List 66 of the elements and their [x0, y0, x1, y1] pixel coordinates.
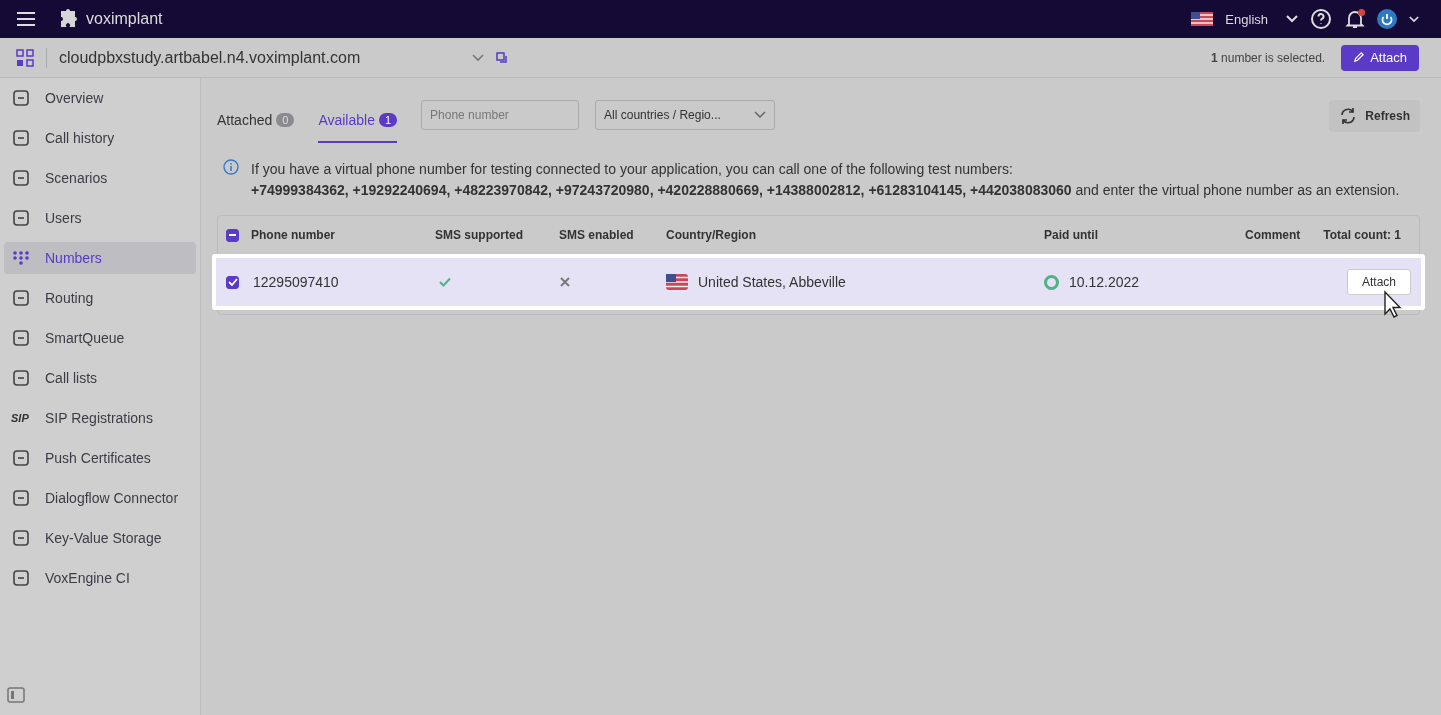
total-count: Total count: 1 [1323, 228, 1401, 242]
nav-icon [11, 168, 31, 188]
sidebar-item[interactable]: Dialogflow Connector [4, 482, 196, 514]
nav-icon [11, 248, 31, 268]
column-header: Comment [1245, 228, 1301, 242]
column-header: Phone number [251, 228, 336, 242]
count-badge: 1 [378, 113, 398, 127]
refresh-icon [1339, 107, 1358, 125]
pencil-icon [1353, 52, 1365, 63]
application-name[interactable]: cloudpbxstudy.artbabel.n4.voximplant.com [59, 48, 361, 67]
nav-icon [11, 368, 31, 388]
phone-number-cell-text: 12295097410 [253, 274, 340, 290]
select-all-checkbox[interactable] [226, 228, 239, 242]
sidebar-item[interactable]: Users [4, 202, 196, 234]
refresh-button[interactable]: Refresh [1329, 100, 1420, 132]
nav-icon [11, 488, 31, 508]
column-header: SMS supported [435, 228, 524, 242]
attach-button[interactable]: Attach [1341, 44, 1419, 71]
column-header: Country/Region [666, 228, 757, 242]
menu-icon[interactable] [16, 11, 36, 27]
avatar-icon[interactable] [1377, 9, 1397, 29]
info-text: If you have a virtual phone number for testing connected to your application, you can call one of the following test numbers: +74999384362, +19292240694, +48223970842, +97243720980, +420228880669, +14388002812, +61283104145, +442038083060 and enter the virtual phone number as an extension. [251, 160, 1400, 200]
sip-icon: SIP [11, 412, 31, 424]
row-checkbox[interactable] [226, 275, 239, 289]
sidebar-item[interactable]: Call history [4, 122, 196, 154]
nav-icon [11, 448, 31, 468]
nav-icon [11, 208, 31, 228]
tab[interactable]: Available 1 [318, 102, 398, 143]
sidebar-item[interactable]: Numbers [4, 242, 196, 274]
sidebar-item[interactable]: SmartQueue [4, 322, 196, 354]
nav-icon [11, 328, 31, 348]
country-dropdown[interactable]: All countries / Regio... [595, 100, 776, 130]
nav-icon [11, 528, 31, 548]
column-header: Paid until [1044, 228, 1099, 242]
phone-search-field[interactable]: Phone number [421, 100, 580, 130]
sidebar-item[interactable]: Call lists [4, 362, 196, 394]
notification-bell-icon[interactable] [1344, 8, 1366, 30]
copy-icon[interactable] [496, 51, 509, 64]
sidebar-item[interactable]: Overview [4, 82, 196, 114]
sidebar-item[interactable]: Scenarios [4, 162, 196, 194]
flag-icon [666, 274, 688, 290]
selection-status: 1 number is selected. [1211, 50, 1326, 65]
sidebar-item[interactable]: VoxEngine CI [4, 562, 196, 594]
sidebar-item[interactable]: SIP SIP Registrations [4, 402, 196, 434]
sidebar-item[interactable]: Key-Value Storage [4, 522, 196, 554]
help-icon[interactable] [1310, 8, 1332, 30]
count-badge: 0 [276, 113, 295, 127]
paid-until-cell: 10.12.2022 [1069, 274, 1140, 290]
nav-icon [11, 128, 31, 148]
sidebar-item[interactable]: Routing [4, 282, 196, 314]
nav-icon [11, 88, 31, 108]
grid-icon[interactable] [16, 48, 34, 67]
language-selector[interactable]: English [1225, 11, 1268, 27]
column-header: SMS enabled [559, 228, 635, 242]
chevron-down-icon [754, 111, 767, 119]
nav-icon [11, 288, 31, 308]
country-cell: United States, Abbeville [698, 274, 846, 290]
brand-name: voximplant [86, 10, 163, 28]
tab[interactable]: Attached 0 [217, 102, 295, 143]
info-icon [223, 159, 239, 175]
nav-icon [11, 568, 31, 588]
sidebar-item[interactable]: Push Certificates [4, 442, 196, 474]
attach-button[interactable]: Attach [1346, 269, 1411, 295]
sidebar-toggle-icon[interactable] [7, 687, 25, 703]
cursor-icon [1383, 290, 1403, 318]
flag-icon [1191, 12, 1214, 26]
